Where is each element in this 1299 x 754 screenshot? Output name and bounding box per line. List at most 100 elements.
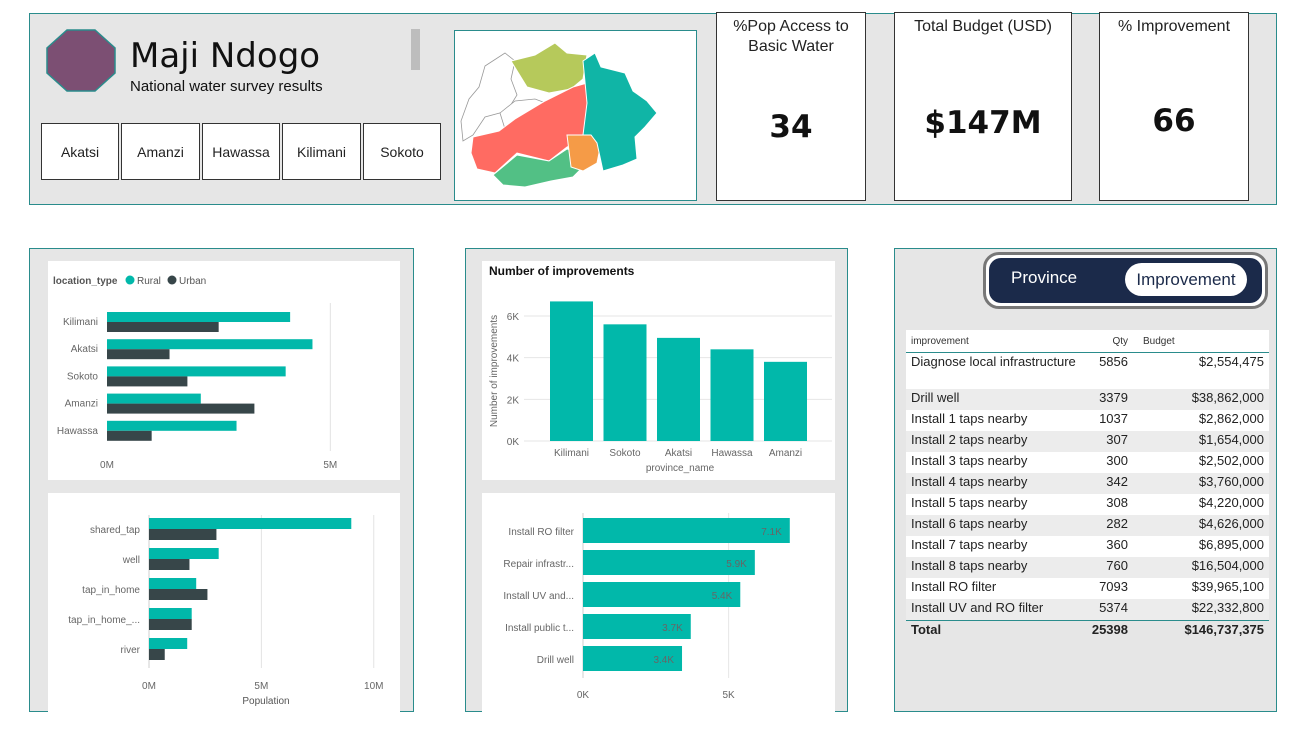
category-label: Drill well — [537, 655, 574, 666]
table-row[interactable]: Install 4 taps nearby 342 $3,760,000 — [906, 473, 1269, 494]
cell-qty: 282 — [1086, 515, 1133, 536]
total-qty: 25398 — [1086, 620, 1133, 641]
bar-urban — [107, 430, 152, 441]
cell-improvement: Install 8 taps nearby — [906, 557, 1086, 578]
cell-budget: $2,502,000 — [1133, 452, 1269, 473]
province-slicer-amanzi[interactable]: Amanzi — [121, 123, 200, 180]
x-tick-label: 5M — [323, 460, 337, 471]
bar-province — [603, 324, 647, 441]
toggle-option-improvement[interactable]: Improvement — [1125, 263, 1247, 296]
improvement-table-container: improvement Qty Budget Diagnose local in… — [906, 330, 1269, 641]
table-row[interactable]: Install 7 taps nearby 360 $6,895,000 — [906, 536, 1269, 557]
category-label: well — [122, 555, 140, 566]
bar-rural — [149, 518, 352, 529]
province-slicer-akatsi[interactable]: Akatsi — [41, 123, 119, 180]
bar-rural — [149, 608, 192, 619]
cell-budget: $38,862,000 — [1133, 389, 1269, 410]
bar-rural — [149, 638, 188, 649]
y-tick-label: 2K — [507, 395, 520, 406]
table-row[interactable]: Install 8 taps nearby 760 $16,504,000 — [906, 557, 1269, 578]
category-label: Amanzi — [65, 399, 98, 410]
toggle-option-province[interactable]: Province — [1011, 268, 1077, 288]
y-tick-label: 0K — [507, 437, 520, 448]
province-map[interactable] — [454, 30, 697, 201]
header-divider — [411, 29, 420, 70]
total-label: Total — [906, 620, 1086, 641]
cell-improvement: Install 3 taps nearby — [906, 452, 1086, 473]
cell-budget: $16,504,000 — [1133, 557, 1269, 578]
cell-qty: 307 — [1086, 431, 1133, 452]
view-toggle[interactable]: Province Improvement — [983, 252, 1268, 309]
kpi-value: 34 — [769, 109, 813, 145]
x-tick-label: Akatsi — [665, 448, 692, 459]
cell-qty: 342 — [1086, 473, 1133, 494]
column-header-qty[interactable]: Qty — [1086, 330, 1133, 353]
location-type-chart: location_type Rural Urban Kilimani Akatsi Sok… — [48, 261, 400, 480]
table-row[interactable]: Install 1 taps nearby 1037 $2,862,000 — [906, 410, 1269, 431]
table-row[interactable]: Install 6 taps nearby 282 $4,626,000 — [906, 515, 1269, 536]
cell-qty: 760 — [1086, 557, 1133, 578]
cell-improvement: Install RO filter — [906, 578, 1086, 599]
bar-urban — [107, 349, 170, 360]
province-slicer-hawassa[interactable]: Hawassa — [202, 123, 280, 180]
bar-rural — [107, 312, 291, 322]
legend-label-urban: Urban — [179, 276, 206, 287]
cell-qty: 3379 — [1086, 389, 1133, 410]
x-tick-label: 0M — [100, 460, 114, 471]
table-body: Diagnose local infrastructure 5856 $2,554,… — [906, 352, 1269, 621]
table-row[interactable]: Diagnose local infrastructure 5856 $2,554,… — [906, 352, 1269, 389]
bar-province — [710, 349, 754, 441]
bar-rural — [107, 393, 201, 404]
table-row[interactable]: Install 5 taps nearby 308 $4,220,000 — [906, 494, 1269, 515]
table-row[interactable]: Install 2 taps nearby 307 $1,654,000 — [906, 431, 1269, 452]
total-budget: $146,737,375 — [1133, 620, 1269, 641]
province-slicer-sokoto[interactable]: Sokoto — [363, 123, 441, 180]
cell-budget: $3,760,000 — [1133, 473, 1269, 494]
cell-improvement: Diagnose local infrastructure — [906, 352, 1086, 389]
cell-budget: $2,862,000 — [1133, 410, 1269, 431]
improvement-types-chart: Install RO filter 7.1K Repair infrastr... 5… — [482, 493, 835, 712]
x-tick-label: 10M — [364, 681, 383, 692]
table-row[interactable]: Drill well 3379 $38,862,000 — [906, 389, 1269, 410]
x-tick-label: 5K — [723, 690, 736, 701]
category-label: river — [121, 645, 141, 656]
cell-improvement: Install 5 taps nearby — [906, 494, 1086, 515]
x-tick-label: Sokoto — [609, 448, 641, 459]
column-header-improvement[interactable]: improvement — [906, 330, 1086, 353]
cell-qty: 5856 — [1086, 352, 1133, 389]
kpi-card-basic-water-access: %Pop Access to Basic Water 34 — [716, 12, 866, 201]
bar-urban — [107, 322, 219, 332]
bar-urban — [149, 589, 208, 600]
x-axis-title: province_name — [646, 463, 715, 474]
category-label: tap_in_home — [82, 585, 140, 596]
kpi-value: 66 — [1152, 103, 1196, 139]
category-label: Hawassa — [57, 426, 99, 437]
province-slicer-kilimani[interactable]: Kilimani — [282, 123, 361, 180]
category-label: Akatsi — [71, 344, 98, 355]
column-header-budget[interactable]: Budget — [1133, 330, 1269, 353]
kpi-value: $147M — [924, 105, 1042, 141]
legend-label-rural: Rural — [137, 276, 161, 287]
chart-title: Number of improvements — [489, 264, 635, 278]
cell-budget: $39,965,100 — [1133, 578, 1269, 599]
cell-improvement: Install 6 taps nearby — [906, 515, 1086, 536]
data-label: 3.4K — [653, 655, 674, 666]
x-axis-title: Population — [242, 696, 289, 707]
bar-rural — [107, 339, 313, 350]
table-row[interactable]: Install RO filter 7093 $39,965,100 — [906, 578, 1269, 599]
bar-province — [550, 301, 593, 441]
cell-improvement: Install 4 taps nearby — [906, 473, 1086, 494]
y-axis-title: Number of improvements — [489, 315, 500, 427]
bar-improvement-type — [583, 518, 790, 543]
cell-improvement: Drill well — [906, 389, 1086, 410]
x-tick-label: Kilimani — [554, 448, 589, 459]
table-row[interactable]: Install UV and RO filter 5374 $22,332,800 — [906, 599, 1269, 621]
kpi-title: Total Budget (USD) — [914, 18, 1052, 35]
cell-qty: 5374 — [1086, 599, 1133, 621]
table-row[interactable]: Install 3 taps nearby 300 $2,502,000 — [906, 452, 1269, 473]
category-label: Install UV and... — [503, 591, 574, 602]
cell-improvement: Install 1 taps nearby — [906, 410, 1086, 431]
legend-swatch-rural — [125, 275, 135, 285]
x-tick-label: Hawassa — [711, 448, 753, 459]
cell-budget: $2,554,475 — [1133, 352, 1269, 389]
